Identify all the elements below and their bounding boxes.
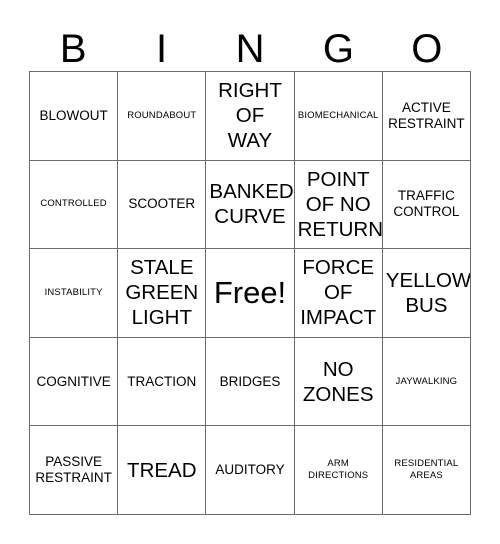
bingo-cell[interactable]: PASSIVE RESTRAINT [30,426,119,515]
bingo-cell[interactable]: RIGHT OF WAY [206,72,295,161]
bingo-cell[interactable]: COGNITIVE [30,337,119,427]
bingo-cell[interactable]: ARM DIRECTIONS [294,426,383,515]
bingo-cell-label: BLOWOUT [39,107,108,123]
bingo-cell-label: Free! [213,274,287,310]
bingo-cell[interactable]: BLOWOUT [30,72,119,161]
bingo-cell[interactable]: BRIDGES [206,337,295,427]
bingo-cell-label: AUDITORY [215,462,285,478]
bingo-cell[interactable]: STALE GREEN LIGHT [118,249,207,338]
bingo-cell[interactable]: SCOOTER [118,160,207,250]
bingo-cell[interactable]: JAYWALKING [382,337,471,427]
bingo-cell[interactable]: BANKED CURVE [206,160,295,250]
bingo-card: B I N G O BLOWOUT ROUNDABOUT RIGHT OF WAY B… [0,0,500,544]
bingo-cell[interactable]: AUDITORY [206,426,295,515]
bingo-cell[interactable]: ROUNDABOUT [118,72,207,161]
bingo-cell-label: BRIDGES [219,373,281,389]
bingo-cell-label: COGNITIVE [36,373,111,389]
bingo-cell-label: SCOOTER [128,196,196,212]
header-letter-i: I [156,27,168,71]
bingo-cell-label: POINT OF NO RETURN [297,167,383,241]
bingo-cell-label: TRACTION [127,373,197,389]
bingo-cell-label: YELLOW BUS [385,268,471,317]
bingo-cell[interactable]: TRAFFIC CONTROL [382,160,471,250]
bingo-cell-label: ARM DIRECTIONS [308,458,369,482]
bingo-cell-label: ROUNDABOUT [127,109,197,121]
bingo-cell[interactable]: YELLOW BUS [382,249,471,338]
bingo-cell-label: RESIDENTIAL AREAS [394,458,459,482]
bingo-cell-label: NO ZONES [302,357,374,406]
bingo-cell[interactable]: ACTIVE RESTRAINT [382,72,471,161]
bingo-cell[interactable]: NO ZONES [294,337,383,427]
bingo-cell-label: TRAFFIC CONTROL [393,188,460,220]
bingo-cell-label: CONTROLLED [40,198,107,210]
bingo-cell-label: RIGHT OF WAY [218,79,282,153]
header-letter-o: O [411,27,443,71]
bingo-cell[interactable]: BIOMECHANICAL [294,72,383,161]
bingo-cell[interactable]: TREAD [118,426,207,515]
bingo-cell-label: STALE GREEN LIGHT [125,256,199,330]
bingo-cell[interactable]: TRACTION [118,337,207,427]
bingo-cell[interactable]: INSTABILITY [30,249,119,338]
bingo-cell-label: FORCE OF IMPACT [300,256,377,330]
bingo-cell-label: ACTIVE RESTRAINT [388,99,465,131]
header-letter-b: B [59,27,87,71]
bingo-cell-label: PASSIVE RESTRAINT [35,454,112,486]
bingo-cell-free[interactable]: Free! [206,249,295,338]
bingo-cell-label: TREAD [127,458,197,482]
bingo-header: B I N G O [29,14,471,71]
bingo-cell[interactable]: RESIDENTIAL AREAS [382,426,471,515]
bingo-cell-label: INSTABILITY [44,286,103,298]
header-letter-n: N [235,27,265,71]
bingo-cell[interactable]: POINT OF NO RETURN [294,160,383,250]
bingo-cell-label: JAYWALKING [395,375,458,387]
bingo-cell-label: BANKED CURVE [209,180,294,229]
header-letter-g: G [322,27,354,71]
bingo-cell[interactable]: FORCE OF IMPACT [294,249,383,338]
bingo-cell[interactable]: CONTROLLED [30,160,119,250]
bingo-cell-label: BIOMECHANICAL [297,109,379,121]
bingo-grid: BLOWOUT ROUNDABOUT RIGHT OF WAY BIOMECHANIC… [29,71,471,515]
